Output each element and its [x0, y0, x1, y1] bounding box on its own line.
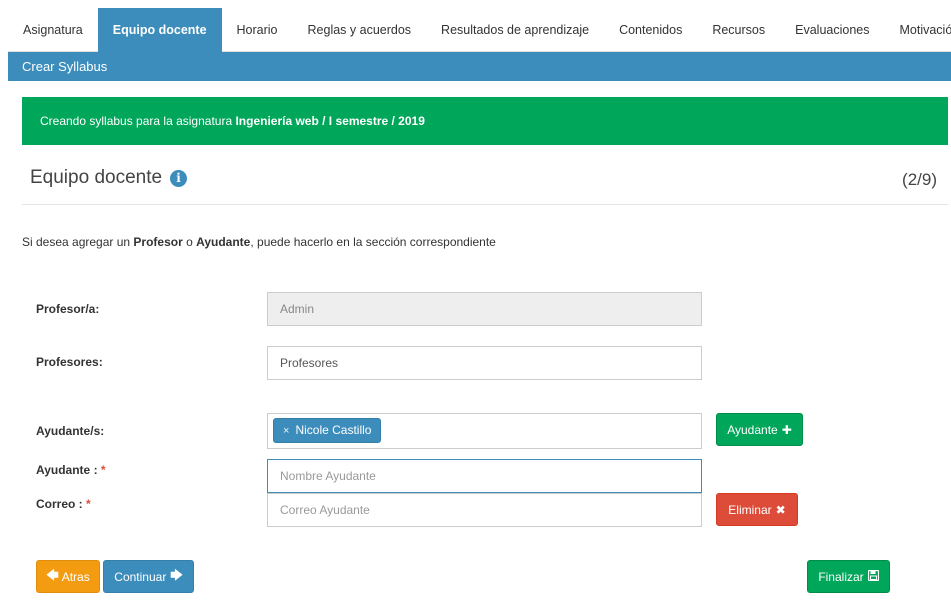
tab-asignatura[interactable]: Asignatura	[8, 8, 98, 52]
panel-header: Crear Syllabus	[8, 52, 951, 81]
add-ayudante-button[interactable]: Ayudante ✚	[716, 413, 803, 446]
hint-text: Si desea agregar un Profesor o Ayudante,…	[22, 235, 496, 249]
tab-evaluaciones[interactable]: Evaluaciones	[780, 8, 884, 52]
ayudante-name-input[interactable]: Nombre Ayudante	[267, 459, 702, 493]
correo-label-text: Correo :	[36, 497, 83, 511]
correo-label: Correo : *	[36, 497, 91, 511]
delete-ayudante-button[interactable]: Eliminar ✖	[716, 493, 798, 526]
tab-horario[interactable]: Horario	[222, 8, 293, 52]
back-button[interactable]: 🡄 Atras	[36, 560, 100, 593]
divider	[22, 204, 948, 205]
ayudante-name-label-text: Ayudante :	[36, 463, 98, 477]
tab-contenidos[interactable]: Contenidos	[604, 8, 697, 52]
required-mark: *	[86, 497, 91, 511]
tab-reglas-y-acuerdos[interactable]: Reglas y acuerdos	[293, 8, 427, 52]
arrow-left-icon: 🡄	[46, 568, 59, 582]
hint-part: Si desea agregar un	[22, 235, 134, 249]
ayudante-tag-label: Nicole Castillo	[295, 423, 372, 437]
add-ayudante-label: Ayudante	[727, 422, 778, 437]
section-title-text: Equipo docente	[30, 167, 163, 188]
info-icon[interactable]: i	[170, 169, 188, 187]
info-alert: Creando syllabus para la asignatura Inge…	[22, 97, 948, 145]
close-icon: ✖	[775, 502, 786, 517]
back-label: Atras	[61, 569, 90, 584]
tab-recursos[interactable]: Recursos	[697, 8, 780, 52]
tab-bar: Asignatura Equipo docente Horario Reglas…	[8, 8, 951, 52]
section-title: Equipo docente i	[30, 167, 188, 189]
tab-motivacion[interactable]: Motivación	[884, 8, 951, 52]
ayudante-name-label: Ayudante : *	[36, 463, 106, 477]
profesor-field: Admin	[267, 292, 702, 326]
save-icon	[867, 569, 879, 584]
continue-label: Continuar	[114, 569, 167, 584]
step-indicator: (2/9)	[902, 170, 937, 189]
profesor-label: Profesor/a:	[36, 302, 100, 316]
delete-label: Eliminar	[728, 502, 772, 517]
continue-button[interactable]: Continuar 🡆	[103, 560, 194, 593]
finish-label: Finalizar	[818, 569, 864, 584]
ayudantes-label: Ayudante/s:	[36, 424, 105, 438]
hint-part: , puede hacerlo en la sección correspond…	[250, 235, 496, 249]
alert-text: Creando syllabus para la asignatura	[40, 114, 236, 128]
alert-course: Ingeniería web / I semestre / 2019	[235, 114, 425, 128]
correo-placeholder: Correo Ayudante	[280, 503, 370, 517]
ayudante-tag[interactable]: × Nicole Castillo	[273, 418, 382, 443]
tag-remove-icon[interactable]: ×	[283, 425, 289, 437]
finish-button[interactable]: Finalizar	[807, 560, 890, 593]
correo-input[interactable]: Correo Ayudante	[267, 493, 702, 527]
required-mark: *	[100, 463, 106, 477]
ayudante-name-placeholder: Nombre Ayudante	[280, 469, 376, 483]
hint-ayudante: Ayudante	[196, 235, 251, 249]
tab-resultados-de-aprendizaje[interactable]: Resultados de aprendizaje	[426, 8, 604, 52]
hint-part: o	[182, 235, 197, 249]
tab-equipo-docente[interactable]: Equipo docente	[97, 8, 222, 52]
profesores-field[interactable]: Profesores	[267, 346, 702, 380]
profesores-label: Profesores:	[36, 355, 103, 369]
plus-icon: ✚	[781, 422, 792, 437]
hint-profesor: Profesor	[133, 235, 183, 249]
arrow-right-icon: 🡆	[170, 568, 183, 582]
